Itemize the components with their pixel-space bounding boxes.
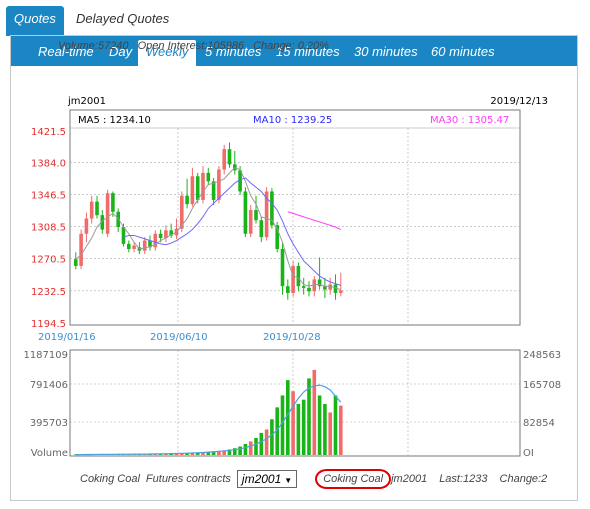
contract-selector-bar: Coking Coal Futures contracts jm2001 ▼ Co… [80,469,547,489]
price-tick-label: 1270.5 [31,255,66,266]
volume-bar [307,378,311,455]
dropdown-arrow-icon: ▼ [284,476,293,485]
candle-down [323,286,327,290]
circled-product-link[interactable]: Coking Coal [315,469,392,489]
product-label: Coking Coal [80,473,140,485]
price-tick-label: 1346.5 [31,190,66,201]
futures-contracts-label: Futures contracts [145,473,231,485]
contract-readout: jm2001 [391,473,428,485]
candle-up [222,149,226,170]
candle-up [217,169,221,200]
candle-down [307,287,311,292]
candle-down [195,176,200,200]
volume-bar [254,437,258,455]
volume-bar [317,395,322,455]
candle-down [158,233,163,238]
last-price-readout: Last:1233 [439,473,488,485]
volume-bar [296,403,301,455]
candle-up [89,201,94,219]
volume-tick-label: Volume [31,448,68,459]
price-tick-label: 1194.5 [31,319,66,330]
oi-tick-label: 248563 [523,350,561,361]
oi-tick-label: OI [523,448,534,459]
candle-down [280,248,285,287]
volume-bar [238,446,242,455]
price-tick-label: 1308.5 [31,223,66,234]
candle-up [84,218,89,234]
volume-bar [328,412,332,455]
volume-bar [301,399,306,455]
candle-down [296,265,301,287]
candle-up [79,233,83,266]
oi-tick-label: 165708 [523,380,561,391]
volume-bar [286,380,290,455]
price-tick-label: 1384.0 [31,159,66,170]
candle-down [185,195,189,205]
candle-down [227,149,232,165]
volume-bar [323,403,327,455]
candle-down [74,259,78,266]
change-value-readout: Change:2 [499,473,548,485]
candle-up [291,265,295,293]
volume-tick-label: 1187109 [23,350,68,361]
candle-down [127,243,131,249]
volume-bar [312,369,317,455]
volume-bar [259,432,264,455]
date-tick-label: 2019/06/10 [150,332,208,343]
candle-down [121,227,126,244]
candle-up [248,210,253,234]
candle-up [339,290,343,293]
volume-bar [291,391,295,455]
ma10-line [123,177,341,286]
candle-down [206,172,211,182]
oi-tick-label: 82854 [523,418,555,429]
volume-bar [243,443,248,455]
price-plot-frame [69,109,521,326]
ma30-label: MA30 : 1305.47 [430,115,509,126]
date-tick-label: 2019/10/28 [263,332,321,343]
ma10-label: MA10 : 1239.25 [253,115,332,126]
candle-up [142,240,147,251]
date-tick-label: 2019/01/16 [38,332,96,343]
volume-bar [248,441,253,455]
volume-bar [339,405,343,455]
ma5-line [75,167,341,291]
kline-chart[interactable]: MA5 : 1234.10 MA10 : 1239.25 MA30 : 1305.4… [0,0,590,509]
candle-up [105,193,110,234]
candle-up [201,172,205,200]
price-tick-label: 1421.5 [31,127,66,138]
volume-tick-label: 791406 [30,380,68,391]
candle-down [301,286,306,288]
contract-select[interactable]: jm2001 ▼ [236,470,298,488]
volume-bar [264,429,269,455]
candle-down [243,191,248,234]
candle-down [111,193,115,212]
candle-up [132,245,136,249]
candle-down [211,181,216,200]
open-interest-line [75,384,342,456]
candle-down [259,220,264,238]
candle-down [254,210,258,221]
price-tick-label: 1232.5 [31,287,66,298]
volume-bar [333,395,338,455]
ma5-label: MA5 : 1234.10 [78,115,151,126]
candle-down [286,286,290,293]
volume-bar [270,419,274,455]
candle-down [95,201,99,216]
candle-up [190,176,195,205]
volume-tick-label: 395703 [30,418,68,429]
